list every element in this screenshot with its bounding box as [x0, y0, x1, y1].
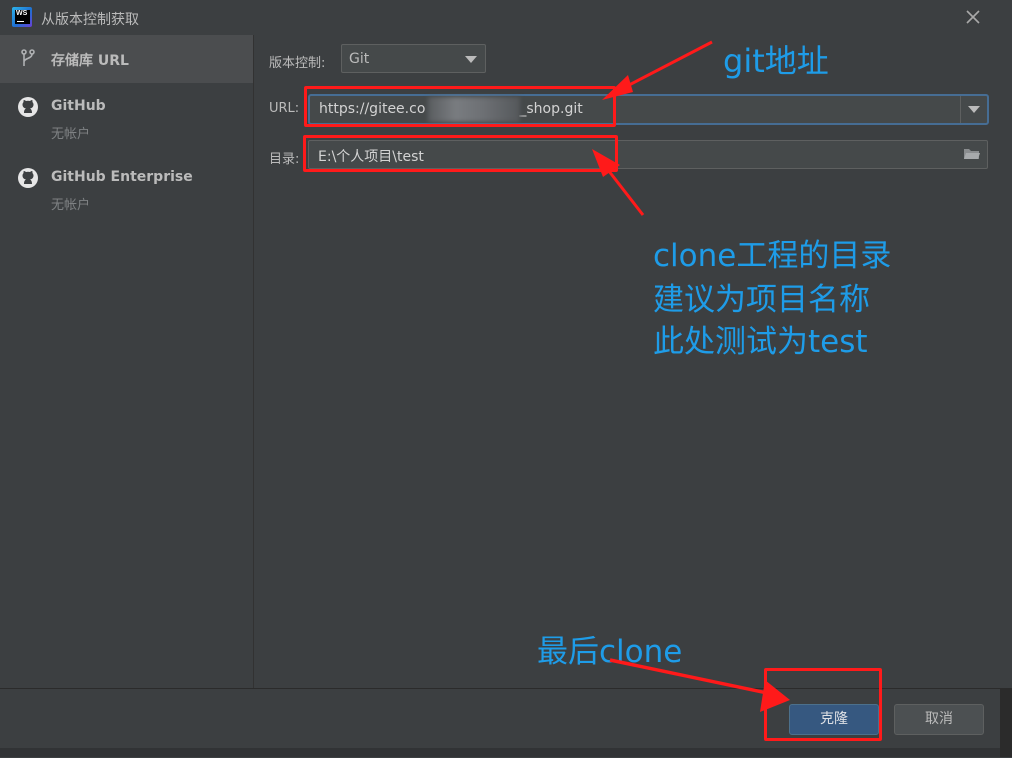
arrow-to-clone-button: [609, 658, 790, 712]
annotation-arrows: [592, 40, 790, 712]
arrow-to-url: [602, 40, 713, 100]
arrow-to-directory: [592, 149, 645, 216]
